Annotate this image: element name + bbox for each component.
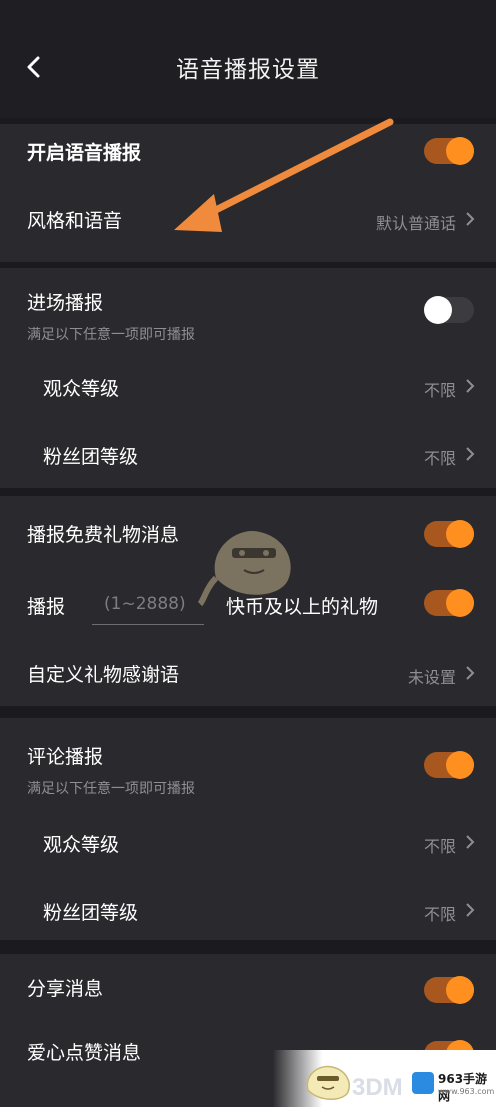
toggle-knob [446, 520, 474, 548]
toggle-knob [446, 751, 474, 779]
free-gift-label: 播报免费礼物消息 [27, 524, 180, 546]
free-gift-toggle[interactable] [424, 520, 474, 548]
gift-threshold-toggle[interactable] [424, 589, 474, 617]
entry-fan-level-value: 不限 [423, 449, 456, 468]
chevron-right-icon [466, 835, 475, 849]
toggle-knob [446, 976, 474, 1004]
gift-thanks-row[interactable]: 自定义礼物感谢语 未设置 [0, 646, 496, 698]
page-title: 语音播报设置 [176, 57, 320, 83]
comment-broadcast-sub: 满足以下任意一项即可播报 [27, 781, 195, 797]
entry-fan-level-label: 粉丝团等级 [43, 446, 139, 468]
toggle-knob [424, 296, 452, 324]
share-message-label: 分享消息 [27, 978, 104, 1000]
comment-fan-level-row[interactable]: 粉丝团等级 不限 [0, 886, 496, 932]
3dm-mascot-icon [306, 1065, 350, 1100]
comment-broadcast-label: 评论播报 [27, 746, 104, 768]
site-url: www.963.com [438, 1087, 495, 1096]
style-voice-value: 默认普通话 [375, 214, 456, 233]
entry-broadcast-label: 进场播报 [27, 292, 104, 314]
gift-thanks-value: 未设置 [407, 668, 456, 687]
gift-threshold-input-underline [92, 624, 204, 625]
gift-threshold-input[interactable]: (1~2888) [104, 594, 186, 614]
entry-audience-level-value: 不限 [423, 381, 456, 400]
toggle-knob [446, 589, 474, 617]
section-entry-broadcast: 进场播报 满足以下任意一项即可播报 观众等级 不限 粉丝团等级 不限 [0, 268, 496, 488]
entry-broadcast-toggle[interactable] [424, 296, 474, 324]
chevron-right-icon [466, 212, 475, 226]
site-watermark-logo: 963手游网 www.963.com [410, 1066, 496, 1103]
section-comment-broadcast: 评论播报 满足以下任意一项即可播报 观众等级 不限 粉丝团等级 不限 [0, 718, 496, 940]
comment-broadcast-toggle[interactable] [424, 751, 474, 779]
toggle-knob [446, 137, 474, 165]
gift-threshold-prefix: 播报 [27, 596, 66, 618]
chevron-right-icon [466, 666, 475, 680]
chevron-right-icon [466, 903, 475, 917]
comment-audience-level-row[interactable]: 观众等级 不限 [0, 818, 496, 864]
style-voice-label: 风格和语音 [27, 210, 123, 232]
site-logo-icon [412, 1072, 434, 1094]
entry-broadcast-sub: 满足以下任意一项即可播报 [27, 327, 195, 343]
comment-fan-level-value: 不限 [423, 905, 456, 924]
entry-audience-level-label: 观众等级 [43, 378, 120, 400]
entry-audience-level-row[interactable]: 观众等级 不限 [0, 364, 496, 410]
mascot-watermark-icon [198, 531, 291, 607]
header-bar: 语音播报设置 [0, 0, 496, 118]
share-message-toggle[interactable] [424, 976, 474, 1004]
comment-fan-level-label: 粉丝团等级 [43, 902, 139, 924]
comment-audience-level-label: 观众等级 [43, 834, 120, 856]
comment-audience-level-value: 不限 [423, 837, 456, 856]
style-voice-row[interactable]: 风格和语音 默认普通话 [0, 192, 496, 244]
entry-fan-level-row[interactable]: 粉丝团等级 不限 [0, 432, 496, 478]
enable-voice-label: 开启语音播报 [27, 142, 142, 164]
chevron-right-icon [466, 379, 475, 393]
3dm-watermark-text: 3DM [352, 1074, 403, 1101]
enable-voice-toggle[interactable] [424, 137, 474, 165]
section-voice-main: 开启语音播报 风格和语音 默认普通话 [0, 124, 496, 262]
gift-thanks-label: 自定义礼物感谢语 [27, 664, 180, 686]
chevron-right-icon [466, 447, 475, 461]
